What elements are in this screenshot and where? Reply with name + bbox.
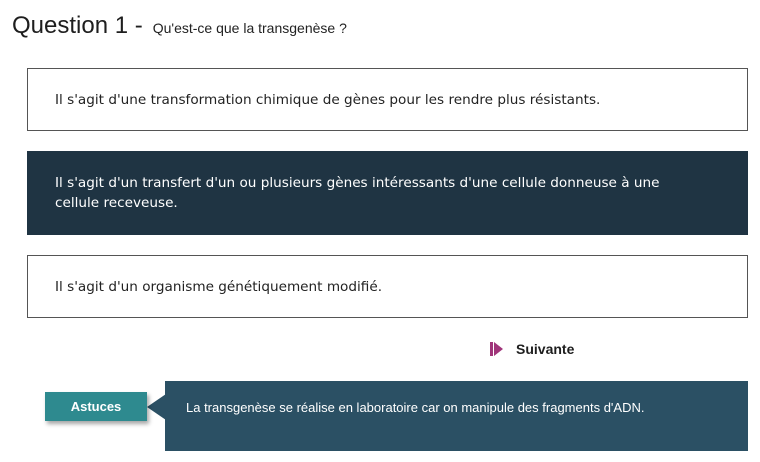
hints-tab-button[interactable]: Astuces (45, 392, 147, 421)
question-header: Question 1 - Qu'est-ce que la transgenès… (12, 12, 347, 40)
question-text: Qu'est-ce que la transgenèse ? (152, 20, 347, 36)
question-number: Question 1 - (12, 12, 143, 39)
skip-forward-icon (490, 342, 503, 356)
next-button[interactable]: Suivante (490, 341, 574, 357)
next-button-label: Suivante (516, 341, 575, 357)
hint-text: La transgenèse se réalise en laboratoire… (186, 400, 645, 415)
answer-option-3-text: Il s'agit d'un organisme génétiquement m… (55, 278, 383, 295)
hint-panel (165, 381, 748, 451)
answer-option-2[interactable]: Il s'agit d'un transfert d'un ou plusieu… (27, 151, 748, 235)
hint-pointer-arrow (147, 394, 166, 420)
answer-option-2-text: Il s'agit d'un transfert d'un ou plusieu… (55, 175, 660, 211)
answer-option-3[interactable]: Il s'agit d'un organisme génétiquement m… (27, 255, 748, 318)
answer-option-1-text: Il s'agit d'une transformation chimique … (55, 91, 601, 108)
answer-option-1[interactable]: Il s'agit d'une transformation chimique … (27, 68, 748, 131)
